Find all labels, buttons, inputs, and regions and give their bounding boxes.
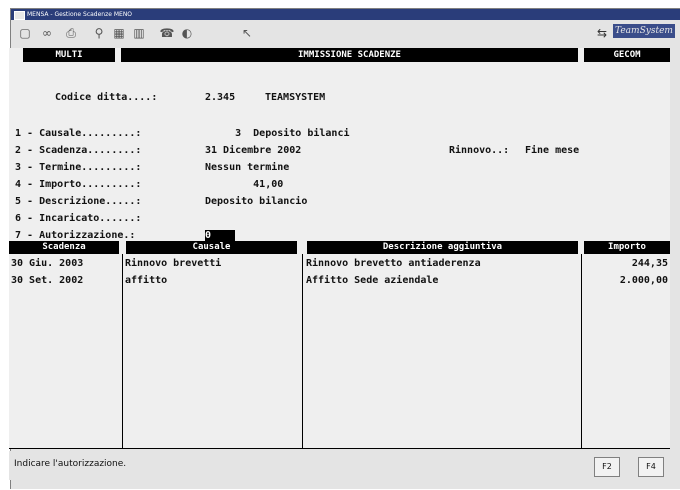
cell-scadenza: 30 Giu. 2003 [11, 258, 84, 269]
glasses-icon[interactable]: ∞ [39, 25, 55, 41]
rinnovo-value[interactable]: Fine mese [525, 145, 579, 157]
help-icon[interactable]: ◐ [179, 25, 195, 41]
status-bar: Indicare l'autorizzazione. F2 F4 [9, 451, 670, 480]
header-title: IMMISSIONE SCADENZE [121, 48, 578, 62]
calculator-icon[interactable]: ▦ [111, 25, 127, 41]
table-icon[interactable]: ▥ [131, 25, 147, 41]
pointer-icon[interactable]: ↖ [239, 25, 255, 41]
app-icon [14, 11, 25, 20]
cell-scadenza: 30 Set. 2002 [11, 275, 84, 286]
field-value-scadenza[interactable]: 31 Dicembre 2002 [205, 145, 301, 157]
column-header-descrizione: Descrizione aggiuntiva [307, 241, 578, 254]
company-label: Codice ditta....: [55, 92, 158, 103]
window-icon[interactable]: ▢ [17, 25, 33, 41]
column-divider [122, 254, 123, 448]
cell-causale: Rinnovo brevetti [125, 258, 222, 269]
company-code: 2.345 [205, 92, 236, 103]
field-label-termine: 3 - Termine.........: [15, 162, 142, 173]
column-divider [302, 254, 303, 448]
cell-descrizione: Rinnovo brevetto antiaderenza [306, 258, 481, 269]
print-icon[interactable]: ⎙ [63, 25, 79, 41]
header-multi: MULTI [23, 48, 115, 62]
status-message: Indicare l'autorizzazione. [14, 459, 127, 469]
cell-importo: 244,35 [631, 258, 668, 269]
column-header-causale: Causale [126, 241, 297, 254]
column-divider [581, 254, 582, 448]
column-header-importo: Importo [584, 241, 670, 254]
field-value-importo[interactable]: 41,00 [205, 179, 283, 191]
field-label-descrizione: 5 - Descrizione.....: [15, 196, 142, 207]
phone-icon[interactable]: ☎ [159, 25, 175, 41]
toolbar: ▢ ∞ ⎙ ⚲ ▦ ▥ ☎ ◐ ↖ ⇆ TeamSystem [11, 20, 680, 48]
field-label-incaricato: 6 - Incaricato......: [15, 213, 142, 224]
cell-causale: affitto [125, 275, 168, 286]
title-bar: MENSA - Gestione Scadenze MENO [11, 9, 680, 20]
rinnovo-label: Rinnovo..: [449, 145, 510, 156]
field-value-descrizione[interactable]: Deposito bilancio [205, 196, 307, 208]
field-value-causale[interactable]: 3 Deposito bilanci [205, 128, 349, 140]
filter-icon[interactable]: ⚲ [91, 25, 107, 41]
company-name: TEAMSYSTEM [265, 92, 326, 103]
window-title: MENSA - Gestione Scadenze MENO [27, 11, 133, 18]
field-label-importo: 4 - Importo.........: [15, 179, 142, 190]
cell-descrizione: Affitto Sede aziendale [306, 275, 439, 286]
table-bottom-border [9, 448, 670, 449]
field-label-scadenza: 2 - Scadenza........: [15, 145, 142, 156]
field-label-causale: 1 - Causale.........: [15, 128, 142, 139]
teamsystem-logo: TeamSystem [613, 24, 675, 38]
f4-button[interactable]: F4 [638, 457, 664, 477]
field-value-termine[interactable]: Nessun termine [205, 162, 289, 174]
teamsystem-button[interactable]: ⇆ TeamSystem [595, 23, 680, 43]
terminal-screen: MULTI IMMISSIONE SCADENZE GECOM Codice d… [9, 48, 670, 449]
cell-importo: 2.000,00 [619, 275, 668, 286]
column-header-scadenza: Scadenza [9, 241, 119, 254]
switch-icon: ⇆ [597, 26, 608, 40]
f2-button[interactable]: F2 [594, 457, 620, 477]
header-gecom: GECOM [584, 48, 670, 62]
